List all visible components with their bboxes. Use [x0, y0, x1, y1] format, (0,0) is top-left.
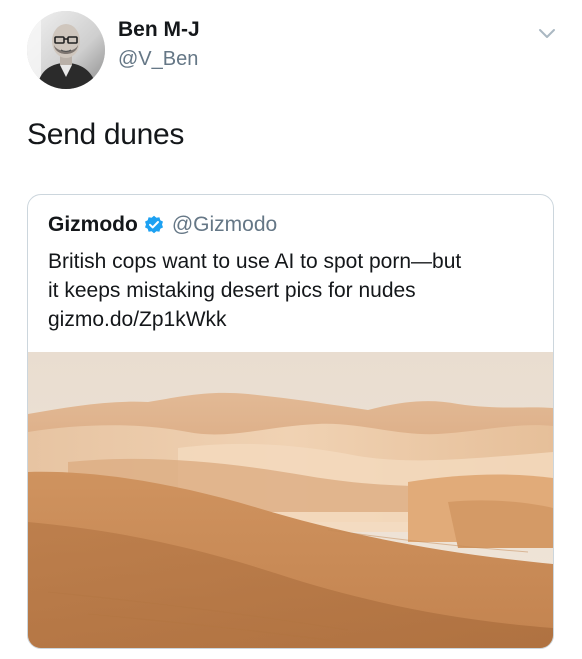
quoted-author-name: Gizmodo	[48, 213, 138, 236]
author-name[interactable]: Ben M-J	[118, 18, 200, 42]
desert-dunes-photo[interactable]	[28, 352, 553, 648]
quoted-author-handle: @Gizmodo	[171, 213, 278, 236]
avatar-photo	[27, 11, 105, 89]
verified-badge-icon	[144, 215, 164, 235]
quoted-tweet-text: British cops want to use AI to spot porn…	[48, 247, 538, 334]
author-handle[interactable]: @V_Ben	[118, 48, 198, 71]
quoted-tweet-card[interactable]: Gizmodo @Gizmodo British cops want to us…	[27, 194, 554, 649]
tweet-text: Send dunes	[27, 118, 185, 151]
avatar[interactable]	[27, 11, 105, 89]
quoted-tweet-link[interactable]: gizmo.do/Zp1kWkk	[48, 305, 538, 334]
quoted-tweet-header: Gizmodo @Gizmodo	[48, 211, 277, 239]
chevron-down-icon[interactable]	[536, 23, 558, 45]
quoted-text-line-2: it keeps mistaking desert pics for nudes	[48, 279, 416, 302]
quoted-text-line-1: British cops want to use AI to spot porn…	[48, 250, 462, 273]
tweet-header: Ben M-J @V_Ben	[0, 0, 582, 100]
